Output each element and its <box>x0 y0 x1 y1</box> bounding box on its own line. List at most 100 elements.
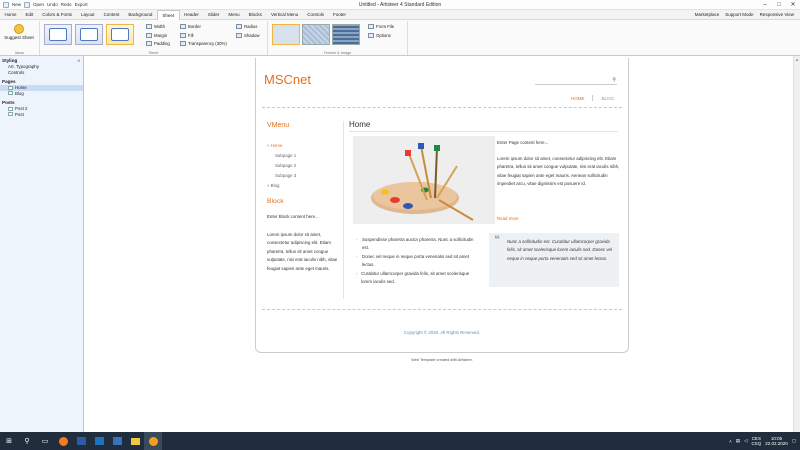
radius-button[interactable]: Radius <box>236 23 260 30</box>
powershell-icon[interactable] <box>72 432 90 450</box>
vmenu-item-subpage1[interactable]: Subpage 1 <box>267 151 337 161</box>
title-bar: New Open Undo Redo Export Untitled - Art… <box>0 0 800 10</box>
margin-button[interactable]: Margin <box>146 32 170 39</box>
tab-vertical-menu[interactable]: Vertical Menu <box>266 10 302 20</box>
radius-icon <box>236 24 242 29</box>
tab-background[interactable]: Background <box>124 10 157 20</box>
tab-header[interactable]: Header <box>180 10 204 20</box>
vmenu-item-blog[interactable]: » Blog <box>267 181 337 191</box>
app-icon[interactable] <box>108 432 126 450</box>
list-item-text: Curabitur ullamcorper gravida felis, sit… <box>361 270 470 285</box>
texture-1[interactable] <box>272 24 300 45</box>
read-more-link[interactable]: Read more <box>497 216 519 221</box>
tree-item-controls[interactable]: Controls <box>0 70 83 76</box>
search-icon[interactable]: ⚲ <box>612 77 616 83</box>
tab-layout[interactable]: Layout <box>77 10 100 20</box>
volume-icon[interactable]: ◁ <box>744 438 747 444</box>
texture-3[interactable] <box>332 24 360 45</box>
open-icon[interactable] <box>24 1 31 8</box>
ribbon-right-links: Marketplace Support Mode Responsive View <box>695 12 800 17</box>
tab-colors-fonts[interactable]: Colors & Fonts <box>38 10 77 20</box>
tab-menu[interactable]: Menu <box>224 10 244 20</box>
marketplace-link[interactable]: Marketplace <box>695 12 720 17</box>
new-icon[interactable] <box>3 1 9 8</box>
close-icon[interactable]: ✕ <box>786 0 800 10</box>
vertical-menu: » Home Subpage 1 Subpage 2 Subpage 3 » B… <box>267 141 337 191</box>
width-button[interactable]: Width <box>146 23 170 30</box>
qat-open[interactable]: Open <box>33 2 44 7</box>
network-icon[interactable]: ▤ <box>736 438 740 444</box>
minimize-icon[interactable]: – <box>758 0 772 10</box>
vmenu-item-blog-label: Blog <box>270 183 280 188</box>
texture-options: From File Options <box>368 23 394 39</box>
scroll-up-icon[interactable]: ▲ <box>795 57 799 62</box>
tab-home[interactable]: Home <box>0 10 21 20</box>
block-text: Enter Block content here... <box>267 214 319 219</box>
tab-blocks[interactable]: Blocks <box>244 10 266 20</box>
intro-text: Enter Page content here... <box>497 140 549 145</box>
tab-sheet[interactable]: Sheet <box>156 9 180 20</box>
pin-icon[interactable]: « <box>77 58 83 64</box>
texture-2[interactable] <box>302 24 330 45</box>
qat-redo[interactable]: Redo <box>61 2 72 7</box>
language-indicator[interactable]: CES CSQ <box>751 436 761 446</box>
responsive-view-link[interactable]: Responsive View <box>760 12 794 17</box>
qat-undo[interactable]: Undo <box>47 2 58 7</box>
maximize-icon[interactable]: □ <box>772 0 786 10</box>
search-input[interactable]: ⚲ <box>535 76 617 85</box>
border-button[interactable]: Border <box>180 23 227 30</box>
file-explorer-icon[interactable] <box>126 432 144 450</box>
gear-icon <box>368 32 374 38</box>
tree-item-blog[interactable]: Blog <box>0 91 83 97</box>
tab-controls[interactable]: Controls <box>303 10 329 20</box>
qat-new[interactable]: New <box>12 2 21 7</box>
options-button[interactable]: Options <box>368 32 394 39</box>
border-label: Border <box>188 24 201 29</box>
vmenu-item-subpage3[interactable]: Subpage 3 <box>267 171 337 181</box>
suggest-sheet-label: Suggest Sheet <box>4 35 34 40</box>
tree-item-post[interactable]: Post <box>0 112 83 118</box>
vertical-scrollbar[interactable]: ▲ <box>793 56 800 432</box>
outlook-icon[interactable] <box>90 432 108 450</box>
texture-group-label: Texture & Image <box>323 51 352 55</box>
clock[interactable]: 10:05 22.02.2020 <box>765 436 788 446</box>
ribbon: Suggest Sheet Ideas Width Margin Padding… <box>0 20 800 56</box>
from-file-label: From File <box>376 24 395 29</box>
header-divider <box>262 107 622 108</box>
fill-button[interactable]: Fill <box>180 32 227 39</box>
nav-blog[interactable]: BLOG <box>601 96 614 101</box>
sheet-style-1[interactable] <box>44 24 72 45</box>
fill-icon <box>180 32 186 38</box>
block-lorem: Lorem ipsum dolor sit amet, consectetur … <box>267 232 338 271</box>
options-label: Options <box>376 32 391 38</box>
qat-export[interactable]: Export <box>75 2 88 7</box>
padding-label: Padding <box>154 41 170 46</box>
firefox-icon[interactable] <box>54 432 72 450</box>
vmenu-item-home[interactable]: » Home <box>267 141 337 151</box>
support-mode-link[interactable]: Support Mode <box>725 12 753 17</box>
tab-edit[interactable]: Edit <box>21 10 38 20</box>
template-credit[interactable]: Web Template created with Artisteer. <box>255 358 629 362</box>
nav-home[interactable]: HOME <box>571 96 585 101</box>
chevron-up-icon[interactable]: ˄ <box>729 439 732 444</box>
padding-button[interactable]: Padding <box>146 40 170 47</box>
site-logo[interactable]: MSCnet <box>264 72 311 87</box>
sheet-style-2[interactable] <box>75 24 103 45</box>
notification-icon[interactable]: ▢ <box>792 438 796 444</box>
shadow-button[interactable]: Shadow <box>236 32 260 39</box>
from-file-button[interactable]: From File <box>368 23 394 30</box>
transparency-button[interactable]: Transparency (30%) <box>180 40 227 47</box>
width-label: Width <box>154 24 165 29</box>
post-icon <box>8 106 13 111</box>
sheet-shape-options: Radius Shadow <box>236 23 260 39</box>
suggest-sheet-button[interactable]: Suggest Sheet <box>4 23 34 47</box>
sheet-style-3[interactable] <box>106 24 134 45</box>
tab-content[interactable]: Content <box>99 10 124 20</box>
vmenu-item-subpage2[interactable]: Subpage 2 <box>267 161 337 171</box>
tab-footer[interactable]: Footer <box>328 10 350 20</box>
tab-slider[interactable]: Slider <box>203 10 224 20</box>
search-icon[interactable]: ⚲ <box>18 432 36 450</box>
task-view-icon[interactable]: ▭ <box>36 432 54 450</box>
windows-start-icon[interactable]: ⊞ <box>0 432 18 450</box>
artisteer-icon[interactable] <box>144 432 162 450</box>
